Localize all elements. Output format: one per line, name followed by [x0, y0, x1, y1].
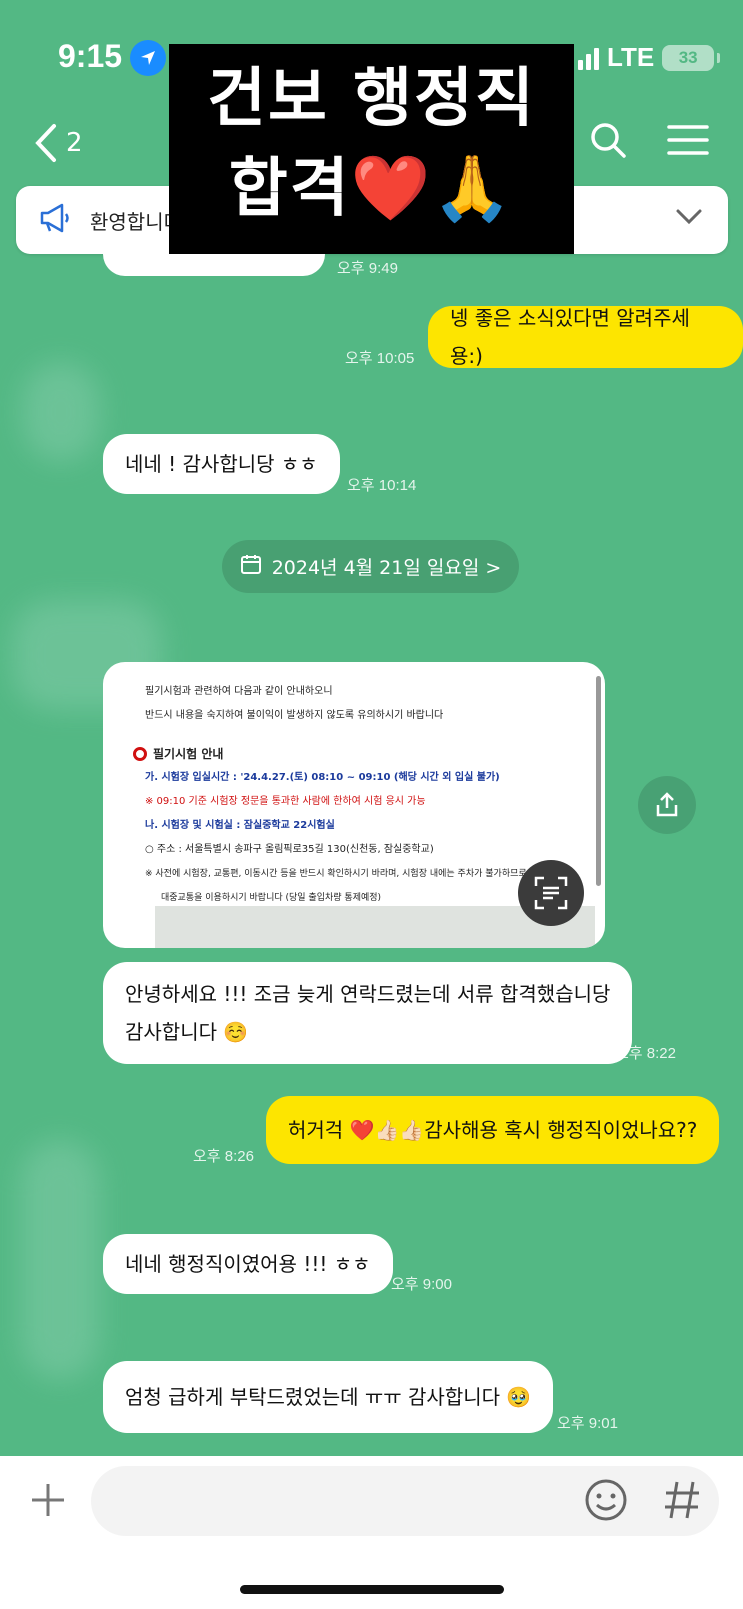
status-right: LTE 33: [578, 42, 721, 73]
scrollbar[interactable]: [596, 676, 601, 886]
home-indicator[interactable]: [240, 1585, 504, 1594]
search-icon[interactable]: [588, 120, 628, 160]
add-icon[interactable]: [28, 1480, 68, 1524]
caption-line: 건보 행정직: [207, 62, 536, 136]
doc-line: 가. 시험장 입실시간 : '24.4.27.(토) 08:10 ~ 09:10…: [145, 772, 500, 783]
message-text: 감사합니다 ☺️: [125, 1020, 249, 1044]
doc-line: ※ 사전에 시험장, 교통편, 이동시간 등을 반드시 확인하시기 바라며, 시…: [145, 869, 527, 879]
date-divider[interactable]: 2024년 4월 21일 일요일 >: [222, 540, 519, 593]
message-text: 엄청 급하게 부탁드렸었는데 ㅠㅠ 감사합니다 🥹: [125, 1385, 532, 1409]
message-time: 오후 9:49: [337, 260, 398, 277]
message-bubble[interactable]: 네네 ! 감사합니당 ㅎㅎ: [103, 434, 340, 494]
my-message-bubble[interactable]: 넹 좋은 소식있다면 알려주세용:): [428, 306, 743, 368]
share-icon[interactable]: [638, 776, 696, 834]
message-time: 오후 10:05: [345, 350, 415, 367]
status-time: 9:15: [58, 38, 123, 74]
message-text: 넹 좋은 소식있다면 알려주세용:): [450, 306, 690, 368]
avatar[interactable]: [20, 1140, 100, 1380]
doc-line: ※ 09:10 기준 시험장 정문을 통과한 사람에 한하여 시험 응시 가능: [145, 796, 426, 807]
message-time: 오후 8:26: [193, 1148, 254, 1165]
message-text: 허거걱 ❤️👍🏻👍🏻감사해용 혹시 행정직이었나요??: [288, 1118, 698, 1142]
doc-line: 나. 시험장 및 시험실 : 잠실중학교 22시험실: [145, 820, 335, 831]
pin-icon: [133, 747, 147, 761]
message-bubble[interactable]: 안녕하세요 !!! 조금 늦게 연락드렸는데 서류 합격했습니당 감사합니다 ☺…: [103, 962, 633, 1064]
message-text: 네네 ! 감사합니당 ㅎㅎ: [125, 452, 318, 476]
caption-overlay: 건보 행정직 합격❤️🙏: [169, 44, 574, 254]
message-text: 안녕하세요 !!! 조금 늦게 연락드렸는데 서류 합격했습니당: [125, 982, 611, 1006]
message-bubble[interactable]: 네네 행정직이였어용 !!! ㅎㅎ: [103, 1234, 393, 1294]
message-text: 네네 행정직이였어용 !!! ㅎㅎ: [125, 1252, 371, 1276]
hashtag-icon[interactable]: [662, 1478, 702, 1526]
message-time: 오후 8:22: [615, 1045, 676, 1062]
signal-icon: [578, 46, 599, 70]
text-scan-icon[interactable]: [518, 860, 584, 926]
doc-line: 필기시험과 관련하여 다음과 같이 안내하오니: [145, 686, 333, 697]
battery-level: 33: [678, 47, 698, 67]
chevron-down-icon[interactable]: [675, 208, 703, 230]
message-bubble[interactable]: 엄청 급하게 부탁드렸었는데 ㅠㅠ 감사합니다 🥹: [103, 1361, 554, 1433]
megaphone-icon: [38, 202, 74, 239]
doc-section-title: 필기시험 안내: [153, 747, 224, 761]
menu-icon[interactable]: [666, 122, 710, 162]
message-time: 오후 9:00: [391, 1276, 452, 1293]
doc-line: 반드시 내용을 숙지하여 불이익이 발생하지 않도록 유의하시기 바랍니다: [145, 710, 444, 721]
battery-icon: 33: [662, 44, 721, 71]
message-time: 오후 9:01: [557, 1415, 618, 1432]
my-message-bubble[interactable]: 허거걱 ❤️👍🏻👍🏻감사해용 혹시 행정직이었나요??: [266, 1096, 720, 1164]
emoji-icon[interactable]: [584, 1478, 628, 1526]
location-icon: [130, 40, 166, 76]
doc-line: ○ 주소 : 서울특별시 송파구 올림픽로35길 130(신천동, 잠실중학교): [145, 844, 434, 855]
caption-line: 합격❤️🙏: [228, 152, 515, 226]
calendar-icon: [240, 553, 262, 580]
avatar[interactable]: [22, 362, 100, 462]
date-label: 2024년 4월 21일 일요일 >: [271, 557, 502, 579]
back-button[interactable]: [30, 118, 70, 168]
chat-title: 2: [66, 128, 83, 158]
network-label: LTE: [607, 42, 655, 72]
message-time: 오후 10:14: [347, 477, 417, 494]
